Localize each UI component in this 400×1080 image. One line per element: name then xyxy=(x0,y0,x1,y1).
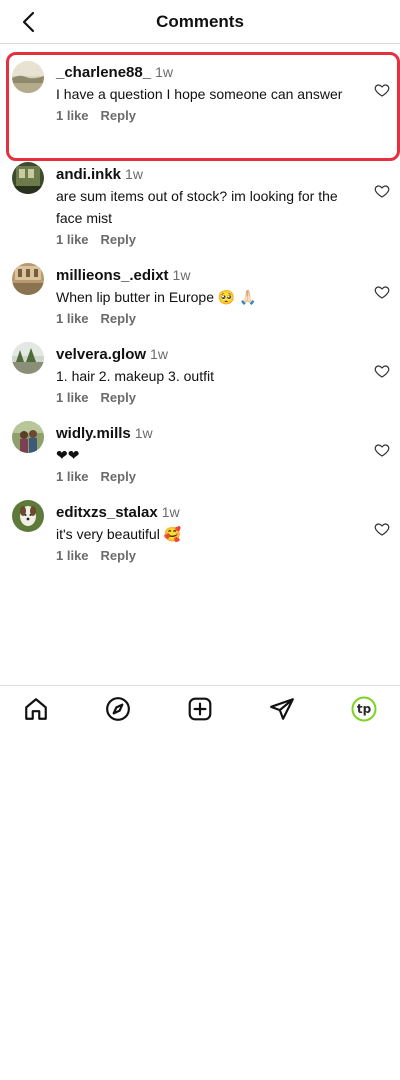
comment-username[interactable]: velvera.glow xyxy=(56,346,146,363)
like-count[interactable]: 1 like xyxy=(56,232,89,247)
comment-text: 1. hair 2. makeup 3. outfit xyxy=(56,368,214,384)
tab-home[interactable] xyxy=(22,695,50,723)
comment-timestamp: 1w xyxy=(125,166,143,182)
heart-icon[interactable] xyxy=(374,82,390,98)
like-count[interactable]: 1 like xyxy=(56,390,89,405)
heart-icon[interactable] xyxy=(374,363,390,379)
comment-username[interactable]: _charlene88_ xyxy=(56,64,151,81)
like-count[interactable]: 1 like xyxy=(56,548,89,563)
comment-text: I have a question I hope someone can ans… xyxy=(56,86,343,102)
tab-profile[interactable]: tp xyxy=(350,695,378,723)
heart-icon[interactable] xyxy=(374,521,390,537)
comment-item: andi.inkk 1w are sum items out of stock? … xyxy=(0,161,400,262)
comment-username[interactable]: andi.inkk xyxy=(56,166,121,183)
reply-button[interactable]: Reply xyxy=(101,108,136,123)
home-icon xyxy=(25,698,47,720)
comment-timestamp: 1w xyxy=(155,64,173,80)
comment-text: ❤❤ xyxy=(56,447,80,463)
explore-compass-icon xyxy=(106,697,130,721)
comment-item: widly.mills 1w ❤❤ 1 like Reply xyxy=(0,420,400,499)
send-message-icon xyxy=(270,698,294,720)
avatar[interactable] xyxy=(12,421,44,453)
avatar[interactable] xyxy=(12,500,44,532)
comment-timestamp: 1w xyxy=(172,267,191,283)
avatar[interactable] xyxy=(12,263,44,295)
tab-explore[interactable] xyxy=(104,695,132,723)
reply-button[interactable]: Reply xyxy=(101,548,136,563)
comment-item: _charlene88_ 1w I have a question I hope … xyxy=(0,44,400,161)
comment-timestamp: 1w xyxy=(161,504,180,520)
comment-item: editxzs_stalax 1w it's very beautiful 🥰 1… xyxy=(0,499,400,578)
reply-button[interactable]: Reply xyxy=(101,390,136,405)
top-bar: Comments xyxy=(0,0,400,44)
page-title: Comments xyxy=(156,12,244,31)
comment-username[interactable]: millieons_.edixt xyxy=(56,267,169,284)
create-plus-icon xyxy=(188,697,212,721)
comment-username[interactable]: widly.mills xyxy=(56,425,131,442)
like-count[interactable]: 1 like xyxy=(56,469,89,484)
comment-timestamp: 1w xyxy=(150,346,168,362)
heart-icon[interactable] xyxy=(374,284,390,300)
comment-text: When lip butter in Europe 🥺 🙏🏻 xyxy=(56,289,257,305)
comment-username[interactable]: editxzs_stalax xyxy=(56,504,158,521)
comment-item: millieons_.edixt 1w When lip butter in Eu… xyxy=(0,262,400,341)
heart-icon[interactable] xyxy=(374,183,390,199)
profile-initials: tp xyxy=(356,702,372,716)
reply-button[interactable]: Reply xyxy=(101,469,136,484)
like-count[interactable]: 1 like xyxy=(56,108,89,123)
comment-text: it's very beautiful 🥰 xyxy=(56,526,182,542)
comment-item: velvera.glow 1w 1. hair 2. makeup 3. outf… xyxy=(0,341,400,420)
tab-create[interactable] xyxy=(186,695,214,723)
comments-list: _charlene88_ 1w I have a question I hope … xyxy=(0,44,400,578)
avatar[interactable] xyxy=(12,342,44,374)
comment-timestamp: 1w xyxy=(134,425,153,441)
heart-icon[interactable] xyxy=(374,442,390,458)
comment-text: are sum items out of stock? im looking f… xyxy=(56,188,338,226)
reply-button[interactable]: Reply xyxy=(101,311,136,326)
bottom-tab-bar: tp xyxy=(0,685,400,731)
avatar[interactable] xyxy=(12,61,44,93)
reply-button[interactable]: Reply xyxy=(101,232,136,247)
tab-messages[interactable] xyxy=(268,695,296,723)
avatar[interactable] xyxy=(12,162,44,194)
like-count[interactable]: 1 like xyxy=(56,311,89,326)
